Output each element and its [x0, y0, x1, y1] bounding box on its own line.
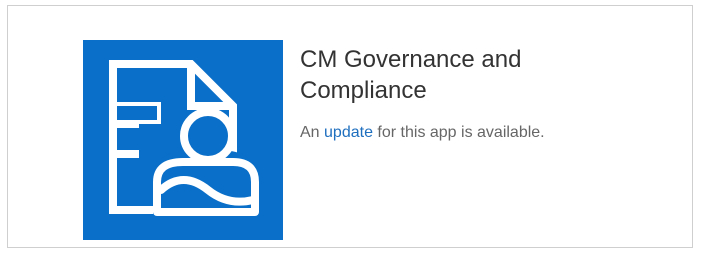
app-title[interactable]: CM Governance and Compliance — [300, 44, 590, 106]
document-person-icon — [83, 40, 283, 240]
update-notice-suffix: for this app is available. — [377, 124, 545, 141]
update-notice-prefix: An — [300, 124, 320, 141]
app-info: CM Governance and Compliance An update f… — [300, 44, 690, 144]
update-notice: An update for this app is available. — [300, 122, 690, 144]
app-card: CM Governance and Compliance An update f… — [7, 5, 693, 248]
app-tile[interactable] — [83, 40, 283, 240]
update-link[interactable]: update — [324, 124, 373, 141]
